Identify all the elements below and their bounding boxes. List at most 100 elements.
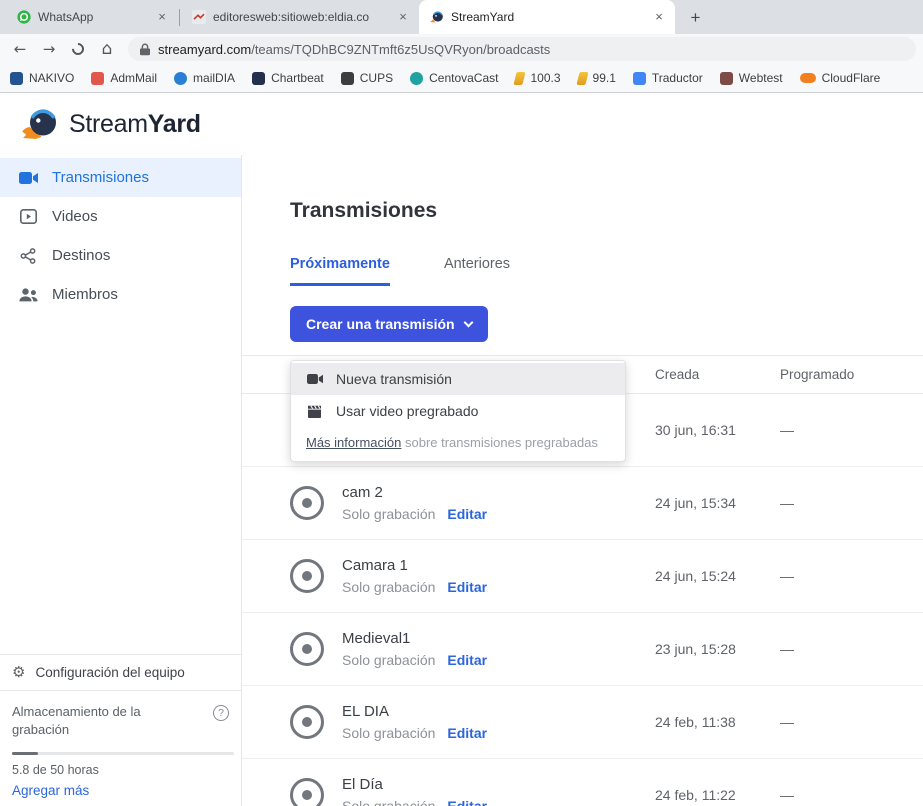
bookmark-100-3[interactable]: 100.3: [515, 71, 560, 85]
add-more-link[interactable]: Agregar más: [12, 783, 89, 798]
scheduled-column-header: Programado: [780, 367, 923, 382]
edit-link[interactable]: Editar: [447, 579, 487, 595]
browser-tab-editoresweb[interactable]: editoresweb:sitioweb:eldia.co ×: [181, 0, 419, 34]
menu-item-label: Usar video pregrabado: [336, 403, 478, 419]
nakivo-icon: [10, 72, 23, 85]
address-bar[interactable]: streamyard.com/teams/TQDhBC9ZNTmft6z5UsQ…: [128, 37, 916, 61]
bookmark-cloudflare[interactable]: CloudFlare: [800, 71, 881, 85]
bookmark-centovacast[interactable]: CentovaCast: [410, 71, 498, 85]
edit-link[interactable]: Editar: [447, 506, 487, 522]
menu-item-new-broadcast[interactable]: Nueva transmisión: [291, 363, 625, 395]
storage-header: Almacenamiento de la grabación ?: [12, 703, 229, 739]
forward-button[interactable]: →: [36, 40, 62, 58]
streamyard-duck-icon: [22, 108, 60, 140]
bolt-icon: [576, 72, 588, 85]
storage-progress-bar: [12, 752, 234, 755]
edit-link[interactable]: Editar: [447, 652, 487, 668]
table-row[interactable]: Camara 1 Solo grabaciónEditar 24 jun, 15…: [242, 540, 923, 613]
bookmark-admmail[interactable]: AdmMail: [91, 71, 157, 85]
url-text: streamyard.com/teams/TQDhBC9ZNTmft6z5UsQ…: [158, 42, 550, 57]
create-broadcast-menu: Nueva transmisión Usar video pregrabado …: [290, 360, 626, 462]
broadcast-name-cell: cam 2 Solo grabaciónEditar: [290, 484, 655, 522]
camera-icon: [306, 373, 323, 385]
tab-title: editoresweb:sitioweb:eldia.co: [213, 10, 388, 24]
create-broadcast-label: Crear una transmisión: [306, 316, 455, 332]
broadcast-title: Medieval1: [342, 630, 487, 647]
broadcast-title: El Día: [342, 776, 487, 793]
bookmark-cups[interactable]: CUPS: [341, 71, 393, 85]
menu-item-prerecorded[interactable]: Usar video pregrabado: [291, 395, 625, 427]
back-button[interactable]: ←: [7, 40, 33, 58]
record-icon: [290, 559, 324, 593]
bookmark-nakivo[interactable]: NAKIVO: [10, 71, 74, 85]
table-row[interactable]: EL DIA Solo grabaciónEditar 24 feb, 11:3…: [242, 686, 923, 759]
broadcast-tabs: Próximamente Anteriores: [290, 256, 923, 286]
page-title: Transmisiones: [290, 199, 923, 223]
browser-tab-streamyard[interactable]: StreamYard ×: [419, 0, 675, 34]
eldia-favicon: [192, 10, 206, 24]
chart-icon: [252, 72, 265, 85]
bookmark-label: Traductor: [652, 71, 703, 85]
storage-progress-fill: [12, 752, 38, 755]
app-body: Transmisiones Videos Destinos: [0, 155, 923, 806]
team-settings-button[interactable]: ⚙ Configuración del equipo: [0, 654, 241, 691]
broadcast-title: cam 2: [342, 484, 487, 501]
mail-bird-icon: [174, 72, 187, 85]
browser-window: WhatsApp × editoresweb:sitioweb:eldia.co…: [0, 0, 923, 806]
tab-title: StreamYard: [451, 10, 644, 24]
bookmark-label: NAKIVO: [29, 71, 74, 85]
learn-more-link[interactable]: Más información: [306, 435, 401, 450]
streamyard-favicon: [430, 10, 444, 24]
tab-title: WhatsApp: [38, 10, 147, 24]
bookmark-traductor[interactable]: Traductor: [633, 71, 703, 85]
web-icon: [720, 72, 733, 85]
edit-link[interactable]: Editar: [447, 798, 487, 806]
created-cell: 23 jun, 15:28: [655, 641, 780, 657]
bookmark-label: AdmMail: [110, 71, 157, 85]
bookmark-webtest[interactable]: Webtest: [720, 71, 783, 85]
sidebar-item-transmisiones[interactable]: Transmisiones: [0, 158, 241, 197]
close-icon[interactable]: ×: [154, 9, 170, 25]
broadcast-name-cell: EL DIA Solo grabaciónEditar: [290, 703, 655, 741]
bookmark-chartbeat[interactable]: Chartbeat: [252, 71, 324, 85]
created-cell: 24 feb, 11:38: [655, 714, 780, 730]
new-tab-button[interactable]: +: [683, 5, 708, 30]
sidebar-item-videos[interactable]: Videos: [0, 197, 241, 236]
broadcast-subtitle: Solo grabación: [342, 725, 435, 741]
close-icon[interactable]: ×: [651, 9, 667, 25]
table-row[interactable]: Medieval1 Solo grabación Editar 23 jun, 1…: [242, 613, 923, 686]
table-row[interactable]: cam 2 Solo grabaciónEditar 24 jun, 15:34…: [242, 467, 923, 540]
menu-footer: Más información sobre transmisiones preg…: [291, 427, 625, 461]
sidebar-item-miembros[interactable]: Miembros: [0, 275, 241, 314]
bookmark-maildia[interactable]: mailDIA: [174, 71, 235, 85]
browser-tab-whatsapp[interactable]: WhatsApp ×: [6, 0, 178, 34]
streamyard-logo[interactable]: StreamYard: [22, 108, 201, 140]
broadcast-subtitle: Solo grabación: [342, 798, 435, 806]
url-path: /teams/TQDhBC9ZNTmft6z5UsQVRyon/broadcas…: [251, 42, 550, 57]
broadcast-subtitle: Solo grabación: [342, 652, 435, 668]
mail-icon: [91, 72, 104, 85]
share-icon: [18, 248, 38, 264]
record-icon: [290, 778, 324, 806]
sidebar: Transmisiones Videos Destinos: [0, 155, 242, 806]
created-cell: 30 jun, 16:31: [655, 422, 780, 438]
create-broadcast-button[interactable]: Crear una transmisión: [290, 306, 488, 342]
sidebar-item-label: Videos: [52, 208, 98, 225]
tab-anteriores[interactable]: Anteriores: [444, 256, 510, 286]
created-cell: 24 jun, 15:34: [655, 495, 780, 511]
menu-item-label: Nueva transmisión: [336, 371, 452, 387]
sidebar-item-destinos[interactable]: Destinos: [0, 236, 241, 275]
close-icon[interactable]: ×: [395, 9, 411, 25]
bookmark-99-1[interactable]: 99.1: [578, 71, 616, 85]
tab-proximamente[interactable]: Próximamente: [290, 256, 390, 286]
sidebar-item-label: Miembros: [52, 286, 118, 303]
reload-button[interactable]: [65, 43, 91, 55]
scheduled-cell: —: [780, 714, 923, 730]
table-row[interactable]: El Día Solo grabaciónEditar 24 feb, 11:2…: [242, 759, 923, 806]
home-button[interactable]: ⌂: [94, 39, 120, 59]
people-icon: [18, 288, 38, 302]
edit-link[interactable]: Editar: [447, 725, 487, 741]
browser-tab-strip: WhatsApp × editoresweb:sitioweb:eldia.co…: [0, 0, 923, 34]
help-icon[interactable]: ?: [213, 705, 229, 721]
logo-yard: Yard: [148, 110, 201, 138]
